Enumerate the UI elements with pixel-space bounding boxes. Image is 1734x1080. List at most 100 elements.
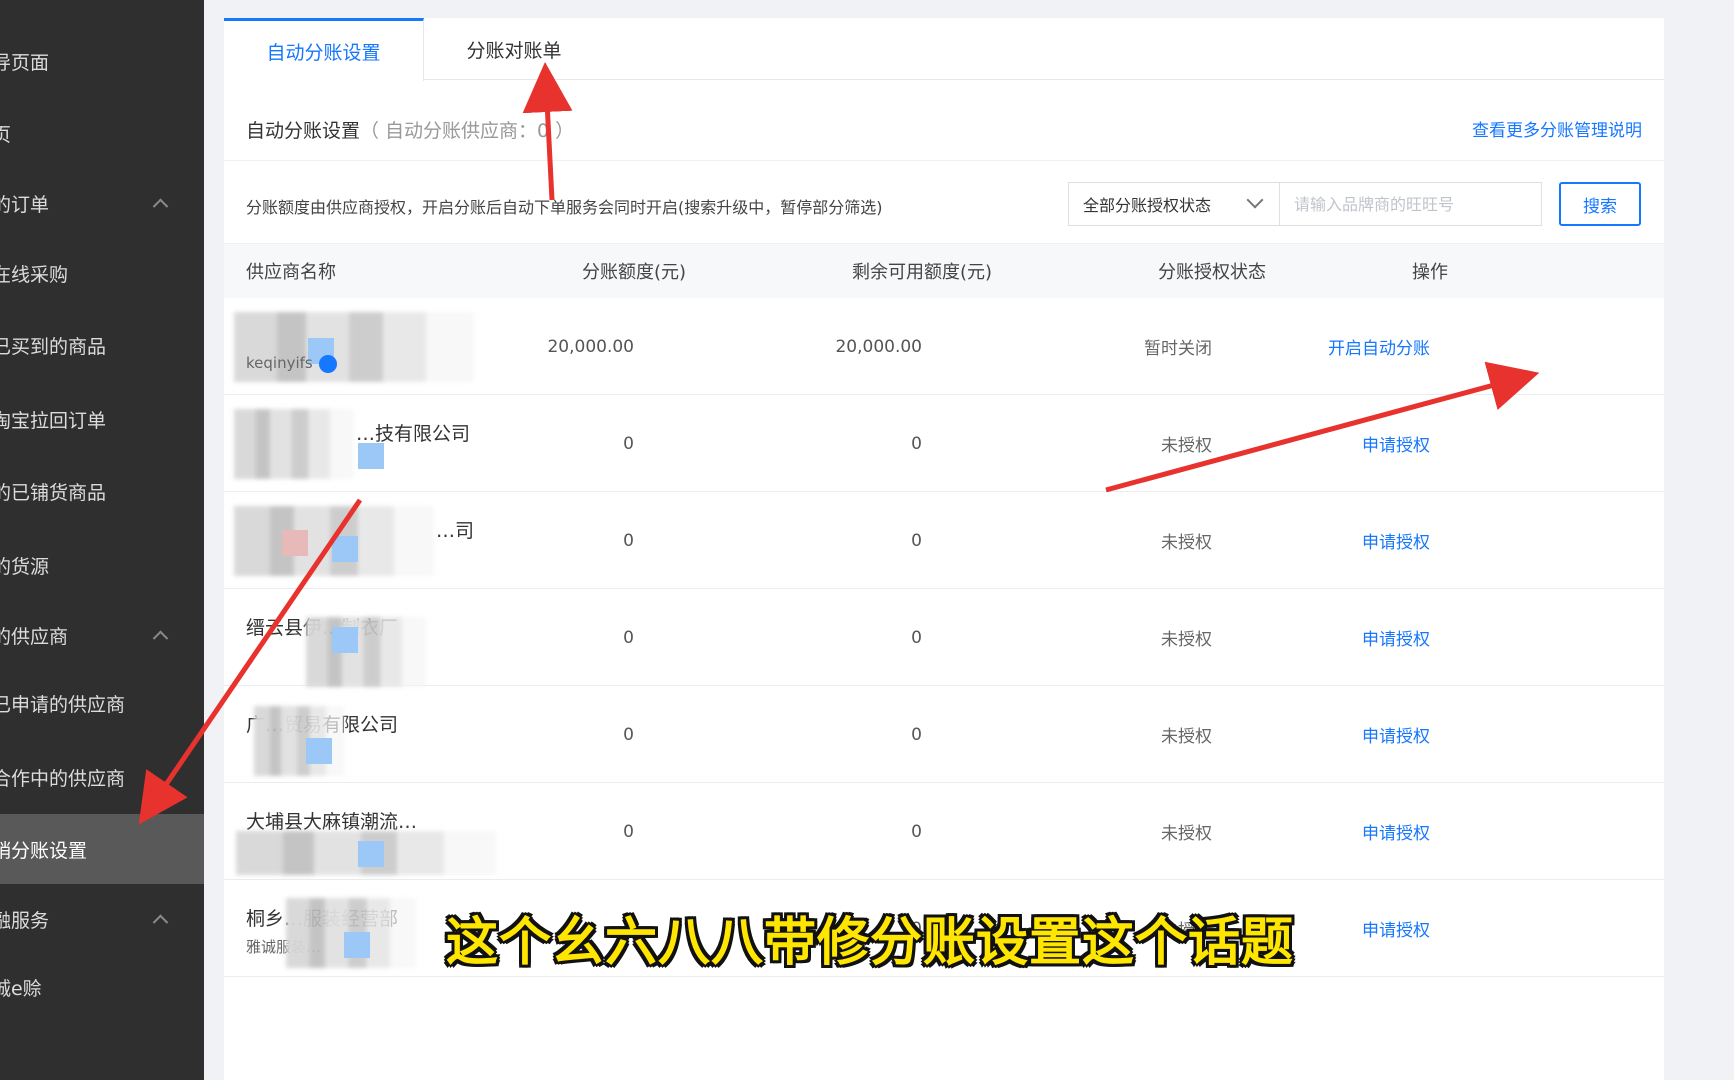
redacted-blur [306, 617, 426, 687]
chevron-up-icon [152, 630, 169, 647]
sidebar-item-online-purchase[interactable]: 在线采购 [0, 238, 204, 308]
table-header: 供应商名称 分账额度(元) 剩余可用额度(元) 分账授权状态 操作 [224, 244, 1664, 298]
sidebar-item-partner-suppliers[interactable]: 合作中的供应商 [0, 742, 204, 812]
supplier-count: （ 自动分账供应商：0 ） [360, 120, 575, 142]
wangwang-text: keqinyifs [246, 354, 313, 372]
remaining-value: 0 [911, 433, 923, 454]
table-row: 大埔县大麻镇潮流… 0 0 未授权 申请授权 [224, 783, 1664, 880]
quota-value: 0 [623, 821, 635, 842]
remaining-value: 0 [911, 821, 923, 842]
sidebar-item-home[interactable]: 页 [0, 98, 204, 168]
sidebar-item-guide[interactable]: 导页面 [0, 26, 204, 96]
quota-value: 0 [623, 724, 635, 745]
redacted-blur [306, 738, 332, 764]
filter-bar: 分账额度由供应商授权，开启分账后自动下单服务会同时开启(搜索升级中，暂停部分筛选… [224, 160, 1664, 244]
more-info-link[interactable]: 查看更多分账管理说明 [1472, 116, 1642, 141]
table-row: …技有限公司 0 0 未授权 申请授权 [224, 395, 1664, 492]
quota-value: 20,000.00 [547, 336, 634, 357]
remaining-value: 0 [911, 627, 923, 648]
redacted-blur [358, 841, 384, 867]
redacted-blur [332, 536, 358, 562]
sidebar-item-label: 页 [0, 123, 12, 146]
sidebar-item-listed-goods[interactable]: 的已铺货商品 [0, 456, 204, 526]
sidebar-item-credit[interactable]: 诚e赊 [0, 952, 204, 1022]
supplier-cell: 广…贸易有限公司 [246, 704, 476, 776]
sidebar-item-suppliers[interactable]: 的供应商 [0, 600, 204, 670]
sidebar-item-label: 的货源 [0, 555, 50, 578]
supplier-name: …技有限公司 [356, 423, 471, 445]
search-button[interactable]: 搜索 [1559, 182, 1641, 226]
supplier-cell: …技有限公司 [234, 409, 476, 479]
status-value: 未授权 [1161, 630, 1212, 650]
remaining-value: 20,000.00 [835, 336, 922, 357]
table-row: …司 0 0 未授权 申请授权 [224, 492, 1664, 589]
col-action: 操作 [1412, 262, 1448, 283]
chat-icon[interactable] [318, 354, 337, 373]
col-remaining: 剩余可用额度(元) [851, 262, 993, 283]
notice-text: 分账额度由供应商授权，开启分账后自动下单服务会同时开启(搜索升级中，暂停部分筛选… [246, 198, 883, 217]
apply-auth-link[interactable]: 申请授权 [1362, 625, 1430, 650]
wangwang-search-input[interactable] [1280, 182, 1542, 226]
supplier-name: …司 [436, 520, 475, 542]
page-title-text: 自动分账设置 [246, 120, 361, 142]
sidebar-item-sources[interactable]: 的货源 [0, 530, 204, 600]
supplier-wangwang: keqinyifs [246, 354, 337, 373]
table-row: 缙云县伊…制衣厂 0 0 未授权 申请授权 [224, 589, 1664, 687]
apply-auth-link[interactable]: 申请授权 [1362, 722, 1430, 747]
sidebar-item-label: 融服务 [0, 909, 50, 932]
video-subtitle: 这个幺六八八带修分账设置这个话题 [446, 913, 1295, 973]
sidebar-item-label: 的供应商 [0, 625, 69, 648]
sidebar-item-finance[interactable]: 融服务 [0, 884, 204, 954]
remaining-value: 0 [911, 724, 923, 745]
remaining-value: 0 [911, 530, 923, 551]
redacted-blur [234, 409, 354, 479]
status-select-value: 全部分账授权状态 [1083, 196, 1212, 215]
enable-auto-split-link[interactable]: 开启自动分账 [1328, 334, 1430, 359]
status-value: 未授权 [1161, 436, 1212, 456]
redacted-blur [344, 932, 370, 958]
tab-bar: 自动分账设置 分账对账单 [224, 18, 1664, 81]
sidebar-item-taobao-orders[interactable]: 淘宝拉回订单 [0, 384, 204, 454]
chevron-up-icon [152, 914, 169, 931]
table-row: keqinyifs 20,000.00 20,000.00 暂时关闭 开启自动分… [224, 298, 1664, 395]
tab-auto-split-settings[interactable]: 自动分账设置 [224, 18, 424, 81]
quota-value: 0 [623, 627, 635, 648]
redacted-blur [358, 443, 384, 469]
col-supplier: 供应商名称 [246, 262, 336, 283]
quota-value: 0 [623, 530, 635, 551]
sidebar-item-applied-suppliers[interactable]: 已申请的供应商 [0, 668, 204, 738]
supplier-cell: keqinyifs [234, 312, 476, 382]
table-row: 广…贸易有限公司 0 0 未授权 申请授权 [224, 686, 1664, 783]
apply-auth-link[interactable]: 申请授权 [1362, 819, 1430, 844]
supplier-cell: …司 [234, 506, 476, 576]
status-select[interactable]: 全部分账授权状态 [1068, 182, 1280, 226]
sidebar-item-split-settings[interactable]: 销分账设置 [0, 814, 204, 884]
supplier-cell: 大埔县大麻镇潮流… [236, 801, 496, 875]
sidebar-item-label: 淘宝拉回订单 [0, 409, 107, 432]
status-value: 未授权 [1161, 824, 1212, 844]
sidebar-item-orders[interactable]: 的订单 [0, 168, 204, 238]
apply-auth-link[interactable]: 申请授权 [1362, 431, 1430, 456]
sidebar-item-label: 已申请的供应商 [0, 693, 126, 716]
sidebar-item-label: 诚e赊 [0, 977, 42, 1000]
sidebar-item-label: 导页面 [0, 51, 50, 74]
tab-split-statement[interactable]: 分账对账单 [424, 18, 604, 80]
col-status: 分账授权状态 [1158, 262, 1266, 283]
redacted-blur [332, 627, 358, 653]
sidebar-item-label: 在线采购 [0, 263, 69, 286]
status-value: 未授权 [1161, 727, 1212, 747]
sidebar-item-label: 已买到的商品 [0, 335, 107, 358]
status-value: 暂时关闭 [1144, 339, 1212, 359]
quota-value: 0 [623, 433, 635, 454]
sidebar: 导页面 页 的订单 在线采购 已买到的商品 淘宝拉回订单 的已铺货商品 的货源 … [0, 0, 204, 1080]
sidebar-item-label: 的订单 [0, 193, 50, 216]
col-quota: 分账额度(元) [581, 262, 687, 283]
supplier-cell: 桐乡…服装经营部 雅诚服装… [246, 898, 476, 968]
apply-auth-link[interactable]: 申请授权 [1362, 916, 1430, 941]
sidebar-item-bought[interactable]: 已买到的商品 [0, 310, 204, 380]
supplier-name: 大埔县大麻镇潮流… [246, 811, 418, 833]
supplier-cell: 缙云县伊…制衣厂 [246, 607, 476, 687]
apply-auth-link[interactable]: 申请授权 [1362, 528, 1430, 553]
redacted-blur [282, 530, 308, 556]
page-title: 自动分账设置（ 自动分账供应商：0 ） [246, 116, 574, 143]
